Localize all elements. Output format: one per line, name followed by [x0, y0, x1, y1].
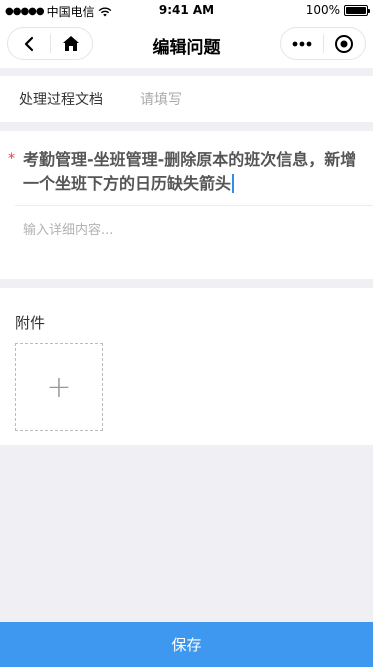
issue-title-input[interactable]: 考勤管理-坐班管理-删除原本的班次信息，新增一个坐班下方的日历缺失箭头 — [23, 148, 363, 196]
required-marker: * — [8, 151, 15, 167]
battery-icon — [344, 4, 370, 16]
save-button[interactable]: 保存 — [0, 622, 373, 667]
nav-bar: 编辑问题 — [0, 20, 373, 68]
process-document-field[interactable]: 处理过程文档 请填写 — [0, 76, 373, 122]
plus-icon: + — [46, 369, 72, 405]
issue-block: * 考勤管理-坐班管理-删除原本的班次信息，新增一个坐班下方的日历缺失箭头 输入… — [0, 131, 373, 279]
attachments-title: 附件 — [15, 314, 46, 332]
status-bar: ●●●●● 中国电信 9:41 AM 100% — [0, 0, 373, 20]
issue-title-value: 考勤管理-坐班管理-删除原本的班次信息，新增一个坐班下方的日历缺失箭头 — [23, 150, 357, 193]
attachments-section: 附件 + — [0, 288, 373, 445]
process-document-input[interactable]: 请填写 — [140, 89, 182, 109]
status-right: 100% — [305, 3, 370, 17]
close-miniprogram-button[interactable] — [324, 28, 366, 59]
target-icon — [335, 34, 354, 53]
nav-right-capsule — [280, 27, 366, 60]
process-document-label: 处理过程文档 — [19, 92, 103, 108]
divider — [15, 205, 373, 206]
more-dots-icon — [292, 41, 312, 46]
more-button[interactable] — [281, 28, 323, 59]
text-cursor — [232, 174, 235, 193]
save-button-label: 保存 — [171, 636, 202, 654]
issue-detail-input[interactable]: 输入详细内容... — [23, 219, 113, 238]
battery-percentage: 100% — [305, 3, 340, 17]
add-attachment-button[interactable]: + — [15, 343, 103, 431]
